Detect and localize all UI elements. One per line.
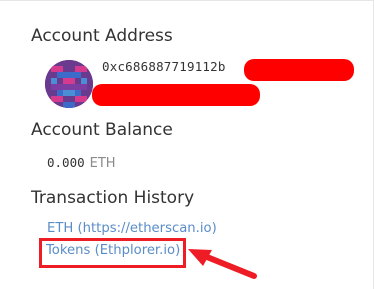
balance-unit: ETH	[89, 156, 116, 171]
account-details-panel: Account Address 0xc686887719112b Account…	[0, 0, 374, 289]
balance-amount: 0.000	[47, 155, 85, 170]
identicon-avatar-icon	[45, 60, 93, 108]
account-address-heading: Account Address	[31, 26, 173, 46]
address-redaction-bottom	[92, 84, 260, 106]
annotation-highlight-box	[39, 238, 186, 268]
etherscan-link[interactable]: ETH (https://etherscan.io)	[47, 221, 217, 236]
red-arrow-icon	[186, 245, 266, 285]
account-balance: 0.000 ETH	[47, 152, 116, 171]
transaction-history-heading: Transaction History	[31, 188, 195, 208]
account-address-value: 0xc686887719112b	[102, 59, 226, 74]
address-redaction-top	[244, 59, 354, 81]
account-balance-heading: Account Balance	[31, 120, 173, 140]
